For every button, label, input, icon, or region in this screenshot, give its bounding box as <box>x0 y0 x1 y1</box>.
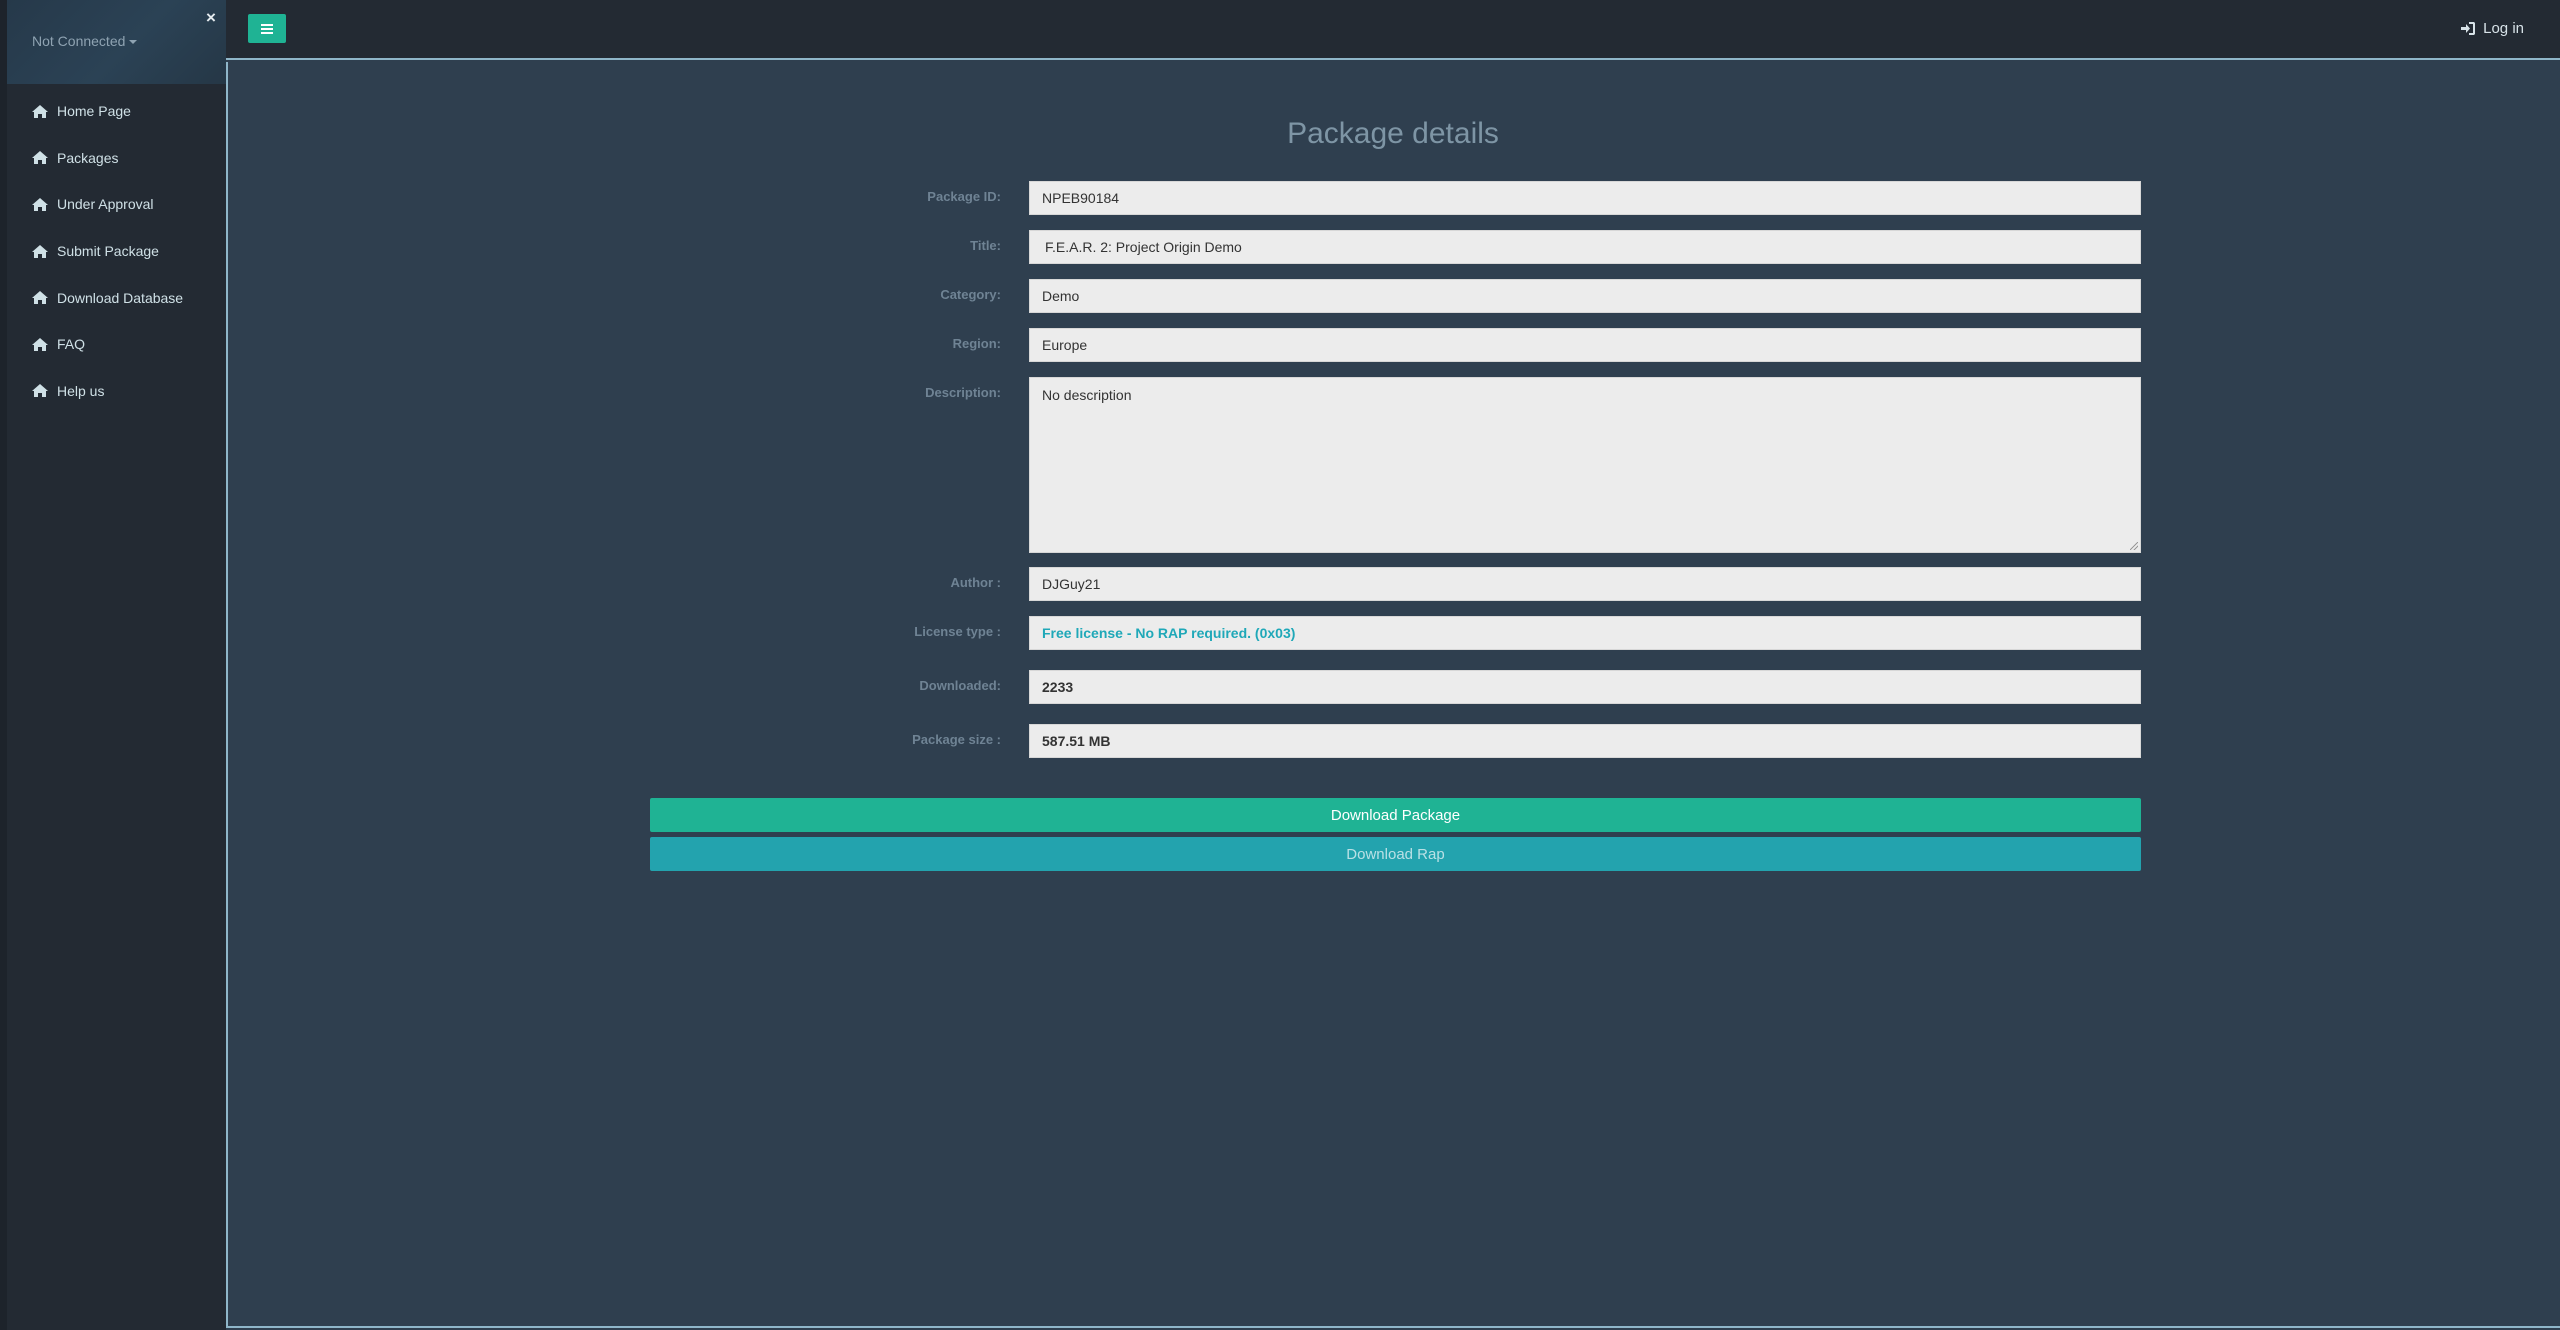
login-label: Log in <box>2483 20 2524 37</box>
author-value: DJGuy21 <box>1042 576 1101 592</box>
sidebar-item-submit-package[interactable]: Submit Package <box>7 228 226 275</box>
sidebar-item-label: Submit Package <box>57 243 159 260</box>
home-icon <box>32 244 48 258</box>
main-content: Package details Package ID: NPEB90184 Ti… <box>226 62 2560 1328</box>
login-link[interactable]: Log in <box>2461 20 2524 37</box>
author-label: Author : <box>950 575 1001 590</box>
home-icon <box>32 151 48 165</box>
description-value: No description <box>1042 387 1132 403</box>
download-rap-label: Download Rap <box>1346 845 1445 863</box>
license-type-label: License type : <box>914 624 1001 639</box>
sidebar-item-help-us[interactable]: Help us <box>7 368 226 415</box>
region-value: Europe <box>1042 337 1088 353</box>
sidebar-item-label: Home Page <box>57 103 131 120</box>
description-textarea[interactable]: No description <box>1029 377 2141 553</box>
sidebar-header: Not Connected × <box>7 0 226 84</box>
home-icon <box>32 384 48 398</box>
top-navbar: Log in <box>226 0 2560 60</box>
category-label: Category: <box>940 287 1001 302</box>
home-icon <box>32 104 48 118</box>
downloaded-label: Downloaded: <box>919 678 1001 693</box>
home-icon <box>32 291 48 305</box>
region-field[interactable]: Europe <box>1029 328 2141 362</box>
package-size-value: 587.51 MB <box>1042 733 1111 749</box>
sidebar-item-label: Under Approval <box>57 196 154 213</box>
close-sidebar-icon[interactable]: × <box>206 9 216 26</box>
title-field[interactable]: F.E.A.R. 2: Project Origin Demo <box>1029 230 2141 264</box>
region-label: Region: <box>952 336 1001 351</box>
downloaded-value: 2233 <box>1042 679 1074 695</box>
title-value: F.E.A.R. 2: Project Origin Demo <box>1045 239 1242 255</box>
package-id-value: NPEB90184 <box>1042 190 1120 206</box>
sign-in-icon <box>2461 22 2476 35</box>
package-id-field[interactable]: NPEB90184 <box>1029 181 2141 215</box>
hamburger-icon <box>261 23 273 34</box>
user-status-dropdown[interactable]: Not Connected <box>32 33 138 49</box>
sidebar-item-faq[interactable]: FAQ <box>7 321 226 368</box>
sidebar-nav: Home Page Packages Under Approval Submit… <box>7 88 226 414</box>
sidebar-item-download-database[interactable]: Download Database <box>7 274 226 321</box>
category-value: Demo <box>1042 288 1080 304</box>
home-icon <box>32 337 48 351</box>
package-id-label: Package ID: <box>927 189 1001 204</box>
menu-toggle-button[interactable] <box>248 14 286 43</box>
download-package-button[interactable]: Download Package <box>650 798 2141 832</box>
sidebar-item-label: Help us <box>57 382 105 399</box>
sidebar-item-packages[interactable]: Packages <box>7 135 226 182</box>
sidebar: Not Connected × Home Page Packages Under… <box>0 0 226 1330</box>
license-type-field[interactable]: Free license - No RAP required. (0x03) <box>1029 616 2141 650</box>
page-title: Package details <box>1287 117 1499 150</box>
user-status-label: Not Connected <box>32 33 126 49</box>
sidebar-item-label: Packages <box>57 149 119 166</box>
license-type-value: Free license - No RAP required. (0x03) <box>1042 625 1296 641</box>
downloaded-field[interactable]: 2233 <box>1029 670 2141 704</box>
download-package-label: Download Package <box>1330 806 1461 824</box>
caret-down-icon <box>129 40 138 45</box>
home-icon <box>32 197 48 211</box>
description-label: Description: <box>925 385 1001 400</box>
category-field[interactable]: Demo <box>1029 279 2141 313</box>
package-size-field[interactable]: 587.51 MB <box>1029 724 2141 758</box>
author-field[interactable]: DJGuy21 <box>1029 567 2141 601</box>
sidebar-item-under-approval[interactable]: Under Approval <box>7 181 226 228</box>
sidebar-item-label: Download Database <box>57 289 184 306</box>
sidebar-item-label: FAQ <box>57 336 86 353</box>
resize-grip-icon[interactable] <box>2130 542 2138 550</box>
title-label: Title: <box>970 238 1001 253</box>
sidebar-item-home-page[interactable]: Home Page <box>7 88 226 135</box>
package-size-label: Package size : <box>912 732 1001 747</box>
download-rap-button[interactable]: Download Rap <box>650 837 2141 871</box>
